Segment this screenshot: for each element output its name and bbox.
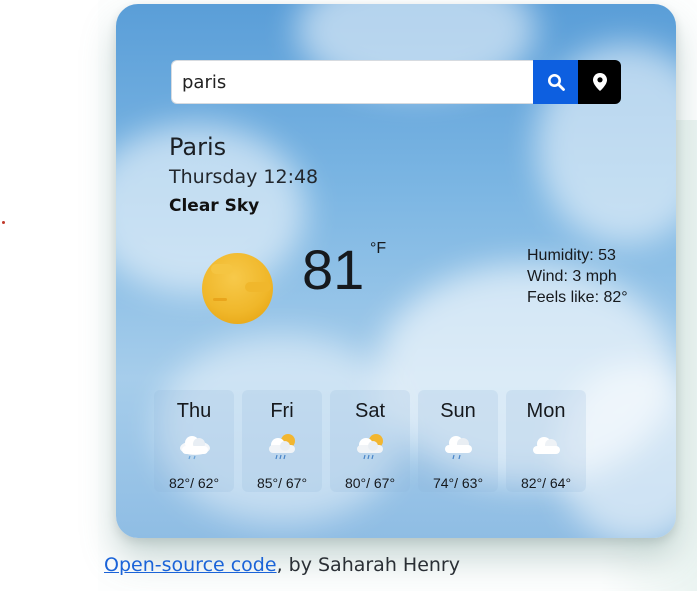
author-credit: , by Saharah Henry bbox=[276, 554, 460, 576]
cloud-icon bbox=[533, 437, 560, 454]
sun-icon bbox=[202, 253, 273, 324]
weather-card: Paris Thursday 12:48 Clear Sky 81 °F Hum… bbox=[116, 4, 676, 538]
weather-description: Clear Sky bbox=[169, 196, 260, 216]
footer-credit: Open-source code, by Saharah Henry bbox=[104, 554, 460, 576]
forecast-day-name: Fri bbox=[270, 400, 294, 422]
forecast-day-name: Sat bbox=[354, 400, 386, 422]
cloud-rain-icon bbox=[445, 436, 472, 460]
left-pane bbox=[0, 0, 98, 591]
search-button[interactable] bbox=[533, 60, 578, 104]
forecast-temps: 82°/ 62° bbox=[168, 475, 220, 491]
forecast-day-name: Mon bbox=[526, 400, 566, 422]
forecast-day-sat: Sat 80°/ 67° bbox=[330, 390, 410, 492]
forecast-day-name: Thu bbox=[176, 400, 212, 422]
search-bar bbox=[171, 60, 621, 104]
temperature-unit: °F bbox=[370, 240, 387, 257]
humidity-text: Humidity: 53 bbox=[527, 247, 616, 264]
forecast-temps: 82°/ 64° bbox=[520, 475, 572, 491]
map-pin-icon bbox=[592, 73, 607, 91]
forecast-day-mon: Mon 82°/ 64° bbox=[506, 390, 586, 492]
forecast-row: Thu 82°/ 62° Fri 85°/ 67° Sat 80°/ 67° S… bbox=[154, 390, 592, 492]
feels-like-text: Feels like: 82° bbox=[527, 289, 628, 306]
forecast-temps: 80°/ 67° bbox=[344, 475, 396, 491]
open-source-link[interactable]: Open-source code bbox=[104, 554, 277, 576]
forecast-day-name: Sun bbox=[440, 400, 476, 422]
wind-text: Wind: 3 mph bbox=[527, 268, 617, 285]
forecast-temps: 74°/ 63° bbox=[432, 475, 484, 491]
current-location-button[interactable] bbox=[578, 60, 621, 104]
forecast-day-fri: Fri 85°/ 67° bbox=[242, 390, 322, 492]
sun-cloud-rain-icon bbox=[269, 434, 295, 460]
forecast-day-sun: Sun 74°/ 63° bbox=[418, 390, 498, 492]
forecast-day-thu: Thu 82°/ 62° bbox=[154, 390, 234, 492]
marker-dot bbox=[2, 221, 5, 224]
cloudy-rain-icon bbox=[180, 436, 210, 460]
sun-cloud-rain-icon bbox=[357, 434, 383, 460]
weather-stats: Humidity: 53 Wind: 3 mph Feels like: 82° bbox=[527, 245, 628, 308]
date-time: Thursday 12:48 bbox=[169, 166, 319, 188]
city-search-input[interactable] bbox=[171, 60, 533, 104]
forecast-temps: 85°/ 67° bbox=[256, 475, 308, 491]
current-temperature: 81 bbox=[302, 238, 365, 301]
search-icon bbox=[547, 74, 565, 91]
city-name: Paris bbox=[169, 133, 227, 161]
